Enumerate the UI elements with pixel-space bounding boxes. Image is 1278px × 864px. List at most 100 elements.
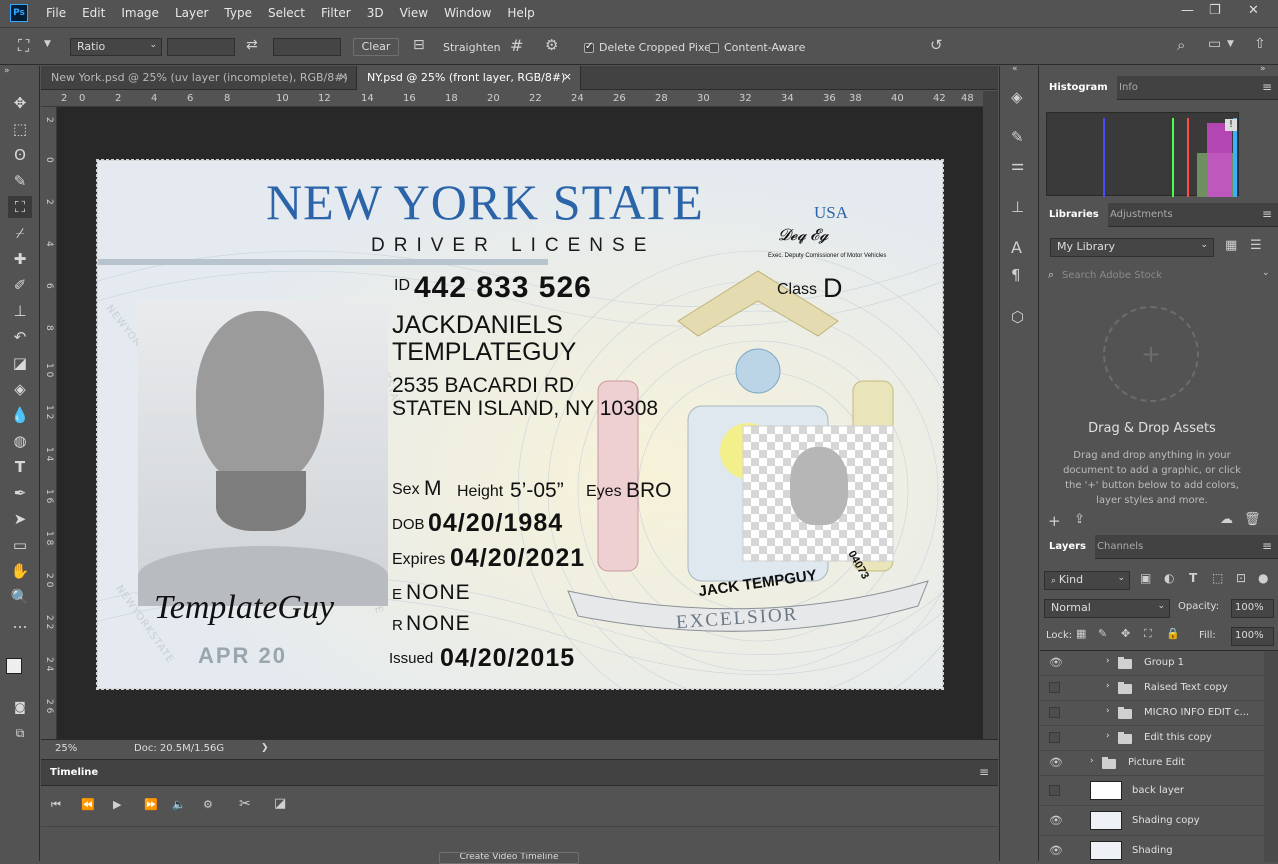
layer-row[interactable]: › Edit this copy xyxy=(1040,726,1264,751)
layers-scrollbar[interactable] xyxy=(1264,651,1278,862)
layer-row[interactable]: › MICRO INFO EDIT c... xyxy=(1040,701,1264,726)
expand-icon[interactable]: « xyxy=(1012,64,1018,74)
eraser-tool-icon[interactable]: ◪ xyxy=(8,352,32,374)
grid-overlay-icon[interactable]: # xyxy=(510,36,523,55)
menu-window[interactable]: Window xyxy=(436,6,499,20)
chevron-right-icon[interactable]: › xyxy=(1106,656,1110,666)
layer-row[interactable]: 👁 Shading copy xyxy=(1040,806,1264,836)
transition-icon[interactable]: ◪ xyxy=(274,796,286,811)
tab-layers[interactable]: Layers xyxy=(1040,535,1095,559)
filter-smart-object-icon[interactable]: ⊡ xyxy=(1236,571,1246,585)
3d-cube-icon[interactable]: ⬡ xyxy=(1011,308,1024,326)
trash-icon[interactable]: 🗑 xyxy=(1244,512,1261,527)
split-icon[interactable]: ✂ xyxy=(239,796,251,812)
more-tools-icon[interactable]: … xyxy=(8,612,32,634)
menu-help[interactable]: Help xyxy=(499,6,542,20)
hand-tool-icon[interactable]: ✋ xyxy=(8,560,32,582)
menu-file[interactable]: File xyxy=(38,6,74,20)
chevron-right-icon[interactable]: › xyxy=(1090,756,1094,766)
first-frame-icon[interactable]: ⏮ xyxy=(51,798,61,812)
rectangle-tool-icon[interactable]: ▭ xyxy=(8,534,32,556)
eyedropper-tool-icon[interactable]: ⌿ xyxy=(8,222,32,244)
collapse-icon[interactable]: » xyxy=(1260,64,1266,74)
panel-menu-icon[interactable]: ≡ xyxy=(1262,207,1272,221)
tab-channels[interactable]: Channels xyxy=(1088,535,1152,559)
collapse-icon[interactable]: » xyxy=(4,66,10,76)
share-icon[interactable]: ⇧ xyxy=(1254,36,1266,52)
crop-tool-icon[interactable]: ⛶ xyxy=(18,36,29,56)
menu-view[interactable]: View xyxy=(392,6,436,20)
visibility-toggle[interactable] xyxy=(1049,707,1060,718)
grid-view-icon[interactable]: ▦ xyxy=(1225,238,1237,253)
stamp-tool-icon[interactable]: ⊥ xyxy=(8,300,32,322)
visibility-eye-icon[interactable]: 👁 xyxy=(1049,657,1063,668)
visibility-toggle[interactable] xyxy=(1049,682,1060,693)
adjustments-icon[interactable]: ⚌ xyxy=(1011,156,1024,174)
tab-histogram[interactable]: Histogram xyxy=(1040,76,1117,100)
chevron-right-icon[interactable]: › xyxy=(1106,681,1110,691)
straighten-icon[interactable]: ⊟ xyxy=(413,37,425,53)
settings-icon[interactable]: ⚙ xyxy=(203,798,213,811)
fill-input[interactable]: 100% xyxy=(1231,627,1274,646)
clear-button[interactable]: Clear xyxy=(353,38,399,56)
panel-menu-icon[interactable]: ≡ xyxy=(1262,80,1272,94)
lasso-tool-icon[interactable]: ʘ xyxy=(8,144,32,166)
minimize-icon[interactable]: — xyxy=(1181,3,1194,18)
path-select-tool-icon[interactable]: ➤ xyxy=(8,508,32,530)
clone-source-icon[interactable]: ⊥ xyxy=(1011,198,1024,216)
healing-tool-icon[interactable]: ✚ xyxy=(8,248,32,270)
create-video-timeline-button[interactable]: Create Video Timeline xyxy=(439,852,579,864)
quick-select-tool-icon[interactable]: ✎ xyxy=(8,170,32,192)
tab-libraries[interactable]: Libraries xyxy=(1040,203,1108,227)
opacity-input[interactable]: 100% xyxy=(1231,599,1274,618)
restore-icon[interactable]: ❐ xyxy=(1209,3,1221,18)
menu-image[interactable]: Image xyxy=(113,6,167,20)
menu-type[interactable]: Type xyxy=(216,6,260,20)
move-tool-icon[interactable]: ✥ xyxy=(8,92,32,114)
pen-tool-icon[interactable]: ✒ xyxy=(8,482,32,504)
delete-cropped-checkbox[interactable] xyxy=(584,41,594,53)
tab-ny[interactable]: NY.psd @ 25% (front layer, RGB/8#) × xyxy=(357,66,581,90)
lock-artboard-icon[interactable]: ⛶ xyxy=(1144,627,1152,641)
straighten-label[interactable]: Straighten xyxy=(443,41,501,54)
filter-shape-icon[interactable]: ⬚ xyxy=(1212,571,1223,585)
next-frame-icon[interactable]: ⏩ xyxy=(144,798,158,811)
blend-mode-select[interactable]: Normal ⌄ xyxy=(1044,599,1170,618)
height-input[interactable] xyxy=(273,38,341,56)
tab-info[interactable]: Info xyxy=(1110,76,1147,100)
content-aware-checkbox[interactable] xyxy=(709,43,719,53)
chevron-right-icon[interactable]: › xyxy=(1106,731,1110,741)
width-input[interactable] xyxy=(167,38,235,56)
close-icon[interactable]: ✕ xyxy=(1248,3,1259,18)
menu-3d[interactable]: 3D xyxy=(359,6,392,20)
blur-tool-icon[interactable]: 💧 xyxy=(8,404,32,426)
history-brush-tool-icon[interactable]: ↶ xyxy=(8,326,32,348)
foreground-color-swatch[interactable] xyxy=(6,658,22,674)
paint-bucket-tool-icon[interactable]: ◈ xyxy=(8,378,32,400)
library-select[interactable]: My Library ⌄ xyxy=(1050,238,1214,257)
tab-new-york[interactable]: New York.psd @ 25% (uv layer (incomplete… xyxy=(41,66,357,90)
filter-toggle-icon[interactable]: ● xyxy=(1258,571,1268,585)
panel-menu-icon[interactable]: ≡ xyxy=(979,765,989,779)
filter-pixel-icon[interactable]: ▣ xyxy=(1140,571,1151,585)
vertical-scrollbar[interactable] xyxy=(983,91,998,739)
panel-menu-icon[interactable]: ≡ xyxy=(1262,539,1272,553)
dodge-tool-icon[interactable]: ◍ xyxy=(8,430,32,452)
add-icon[interactable]: + xyxy=(1048,512,1061,530)
layer-row[interactable]: back layer xyxy=(1040,776,1264,806)
zoom-level[interactable]: 25% xyxy=(55,743,77,754)
brush-tool-icon[interactable]: ✐ xyxy=(8,274,32,296)
menu-select[interactable]: Select xyxy=(260,6,313,20)
chevron-down-icon[interactable]: ⌄ xyxy=(1262,268,1270,278)
menu-edit[interactable]: Edit xyxy=(74,6,113,20)
layer-filter-select[interactable]: ⌕ Kind ⌄ xyxy=(1044,571,1130,590)
layer-row[interactable]: 👁 Shading xyxy=(1040,836,1264,862)
3d-material-icon[interactable]: ◈ xyxy=(1011,88,1023,106)
visibility-toggle[interactable] xyxy=(1049,785,1060,796)
timeline-title[interactable]: Timeline xyxy=(50,767,98,778)
layer-row[interactable]: 👁 › Group 1 xyxy=(1040,651,1264,676)
visibility-toggle[interactable] xyxy=(1049,732,1060,743)
play-icon[interactable]: ▶ xyxy=(113,798,121,811)
layer-row[interactable]: › Raised Text copy xyxy=(1040,676,1264,701)
zoom-tool-icon[interactable]: 🔍 xyxy=(8,586,32,608)
